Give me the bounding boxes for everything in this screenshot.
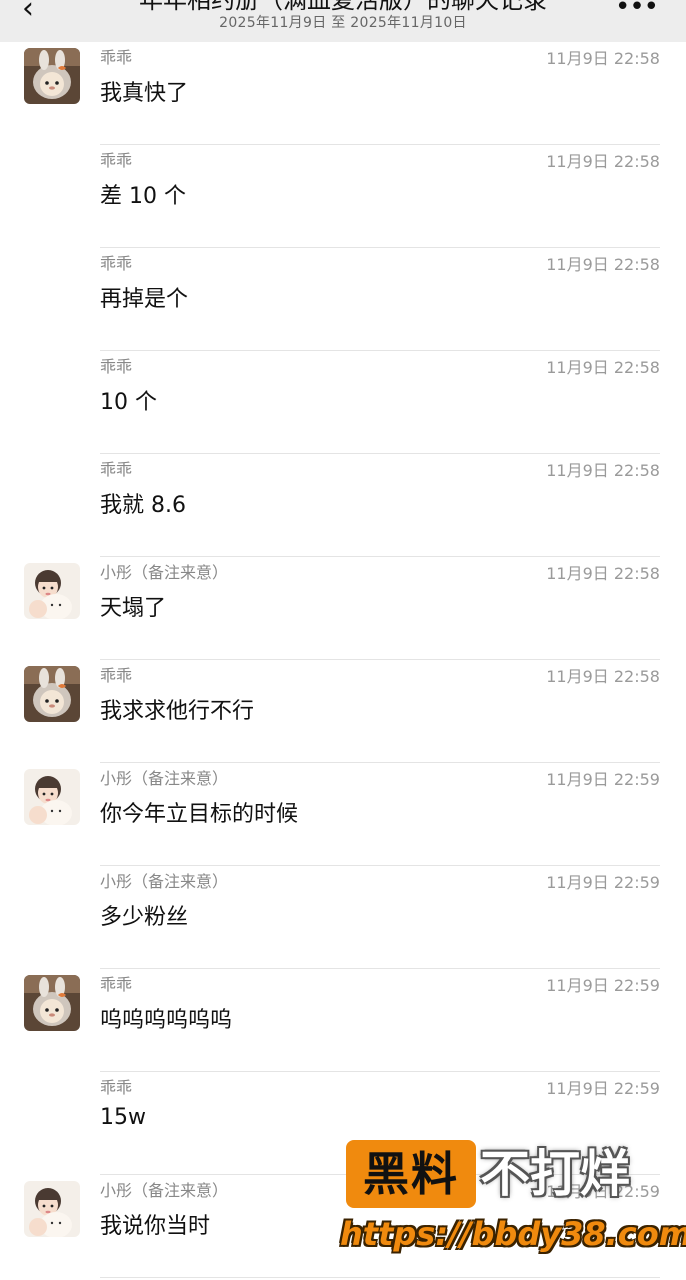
sender-name: 乖乖 (100, 48, 133, 67)
sender-name: 乖乖 (100, 254, 133, 273)
avatar-guaiguai-icon (24, 666, 80, 722)
chat-message-row[interactable]: 乖乖 11月9日 22:58 再掉是个 (0, 248, 686, 351)
avatar[interactable] (24, 666, 80, 722)
avatar-xiaotong-icon (24, 563, 80, 619)
sender-name: 小彤（备注来意） (100, 563, 229, 582)
sender-name: 乖乖 (100, 151, 133, 170)
watermark-slogan: 不打烊 (480, 1145, 630, 1203)
message-text: 我真快了 (100, 81, 189, 106)
sender-name: 乖乖 (100, 666, 133, 685)
sender-name: 乖乖 (100, 1078, 133, 1097)
sender-name: 乖乖 (100, 357, 133, 376)
message-text: 差 10 个 (100, 184, 186, 209)
sender-name: 乖乖 (100, 975, 133, 994)
row-divider (100, 1277, 660, 1278)
avatar[interactable] (24, 48, 80, 104)
message-text: 天塌了 (100, 596, 167, 621)
avatar[interactable] (24, 563, 80, 619)
chat-message-row[interactable]: 乖乖 11月9日 22:58 我求求他行不行 (0, 660, 686, 763)
message-timestamp: 11月9日 22:58 (546, 667, 660, 686)
chat-message-row[interactable]: 小彤（备注来意） 11月9日 22:59 多少粉丝 (0, 866, 686, 969)
avatar[interactable] (24, 769, 80, 825)
message-timestamp: 11月9日 22:58 (546, 49, 660, 68)
message-text: 我就 8.6 (100, 493, 186, 518)
watermark-url: https://bbdy38.com (340, 1215, 686, 1253)
chat-message-row[interactable]: 小彤（备注来意） 11月9日 22:59 你今年立目标的时候 (0, 763, 686, 866)
chat-message-row[interactable]: 小彤（备注来意） 11月9日 22:58 天塌了 (0, 557, 686, 660)
sender-name: 小彤（备注来意） (100, 769, 229, 788)
avatar-xiaotong-icon (24, 769, 80, 825)
avatar-xiaotong-icon (24, 1181, 80, 1237)
sender-name: 小彤（备注来意） (100, 1181, 229, 1200)
chat-message-row[interactable]: 乖乖 11月9日 22:58 我真快了 (0, 42, 686, 145)
chat-message-row[interactable]: 乖乖 11月9日 22:58 我就 8.6 (0, 454, 686, 557)
message-timestamp: 11月9日 22:59 (546, 976, 660, 995)
message-text: 多少粉丝 (100, 905, 189, 930)
message-text: 我求求他行不行 (100, 699, 255, 724)
avatar-guaiguai-icon (24, 975, 80, 1031)
chat-message-row[interactable]: 乖乖 11月9日 22:58 差 10 个 (0, 145, 686, 248)
message-text: 10 个 (100, 390, 157, 415)
chat-message-row[interactable]: 乖乖 11月9日 22:59 呜呜呜呜呜呜 (0, 969, 686, 1072)
watermark-badge: 黑料 (346, 1140, 476, 1208)
message-timestamp: 11月9日 22:58 (546, 461, 660, 480)
message-timestamp: 11月9日 22:58 (546, 152, 660, 171)
avatar-guaiguai-icon (24, 48, 80, 104)
sender-name: 小彤（备注来意） (100, 872, 229, 891)
message-timestamp: 11月9日 22:58 (546, 564, 660, 583)
message-timestamp: 11月9日 22:59 (546, 1079, 660, 1098)
avatar[interactable] (24, 975, 80, 1031)
message-timestamp: 11月9日 22:59 (546, 770, 660, 789)
chat-message-row[interactable]: 乖乖 11月9日 22:58 10 个 (0, 351, 686, 454)
message-timestamp: 11月9日 22:59 (546, 873, 660, 892)
message-text: 我说你当时 (100, 1214, 211, 1239)
message-text: 你今年立目标的时候 (100, 802, 299, 827)
more-options-icon[interactable]: ••• (615, 0, 659, 22)
date-range-subtitle: 2025年11月9日 至 2025年11月10日 (219, 15, 467, 31)
sender-name: 乖乖 (100, 460, 133, 479)
top-navigation-bar: ‹ 年年相约册（满血复活版）的聊天记录 2025年11月9日 至 2025年11… (0, 0, 686, 42)
chat-record-list[interactable]: 乖乖 11月9日 22:58 我真快了 乖乖 11月9日 22:58 差 10 个乖乖 11… (0, 42, 686, 1278)
message-text: 再掉是个 (100, 287, 189, 312)
message-timestamp: 11月9日 22:58 (546, 358, 660, 377)
message-text: 呜呜呜呜呜呜 (100, 1008, 233, 1033)
avatar[interactable] (24, 1181, 80, 1237)
watermark-logo: 黑料 不打烊 https://bbdy38.com (340, 1136, 686, 1260)
message-timestamp: 11月9日 22:58 (546, 255, 660, 274)
message-text: 15w (100, 1105, 146, 1130)
